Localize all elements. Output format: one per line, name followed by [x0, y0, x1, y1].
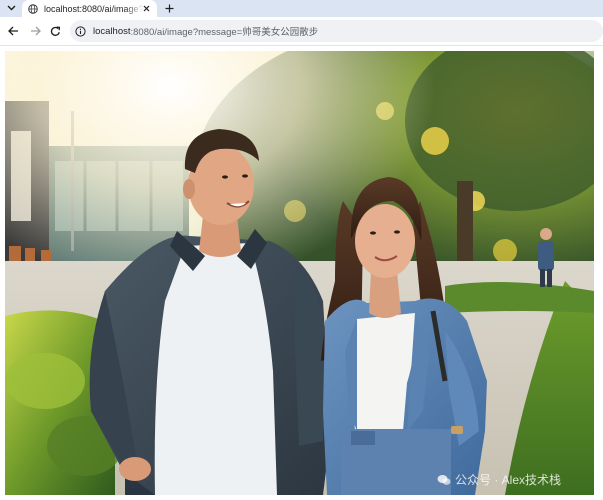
address-bar[interactable]: localhost:8080/ai/image?message=帅哥美女公园散步: [70, 20, 603, 42]
info-icon[interactable]: [75, 25, 86, 37]
close-icon[interactable]: [141, 3, 152, 14]
tab-title: localhost:8080/ai/image?message=帅哥美女公园散步: [44, 4, 144, 14]
wechat-icon: [437, 474, 451, 485]
browser-tab[interactable]: localhost:8080/ai/image?message=帅哥美女公园散步: [22, 0, 157, 17]
plus-icon[interactable]: [162, 1, 176, 15]
watermark-text: 公众号 · Alex技术栈: [455, 473, 562, 487]
url-host: localhost: [93, 25, 131, 37]
page-content: 公众号 · Alex技术栈: [0, 46, 603, 500]
image-watermark: 公众号 · Alex技术栈: [437, 471, 561, 488]
generated-image: 公众号 · Alex技术栈: [5, 51, 594, 495]
chevron-down-icon[interactable]: [3, 0, 19, 16]
tab-strip: localhost:8080/ai/image?message=帅哥美女公园散步: [0, 0, 603, 17]
arrow-left-icon[interactable]: [6, 24, 20, 38]
reload-icon[interactable]: [48, 24, 62, 38]
arrow-right-icon[interactable]: [28, 24, 42, 38]
browser-toolbar: localhost:8080/ai/image?message=帅哥美女公园散步: [0, 17, 603, 46]
globe-icon: [28, 3, 38, 14]
url-path: :8080/ai/image?message=帅哥美女公园散步: [130, 27, 319, 38]
